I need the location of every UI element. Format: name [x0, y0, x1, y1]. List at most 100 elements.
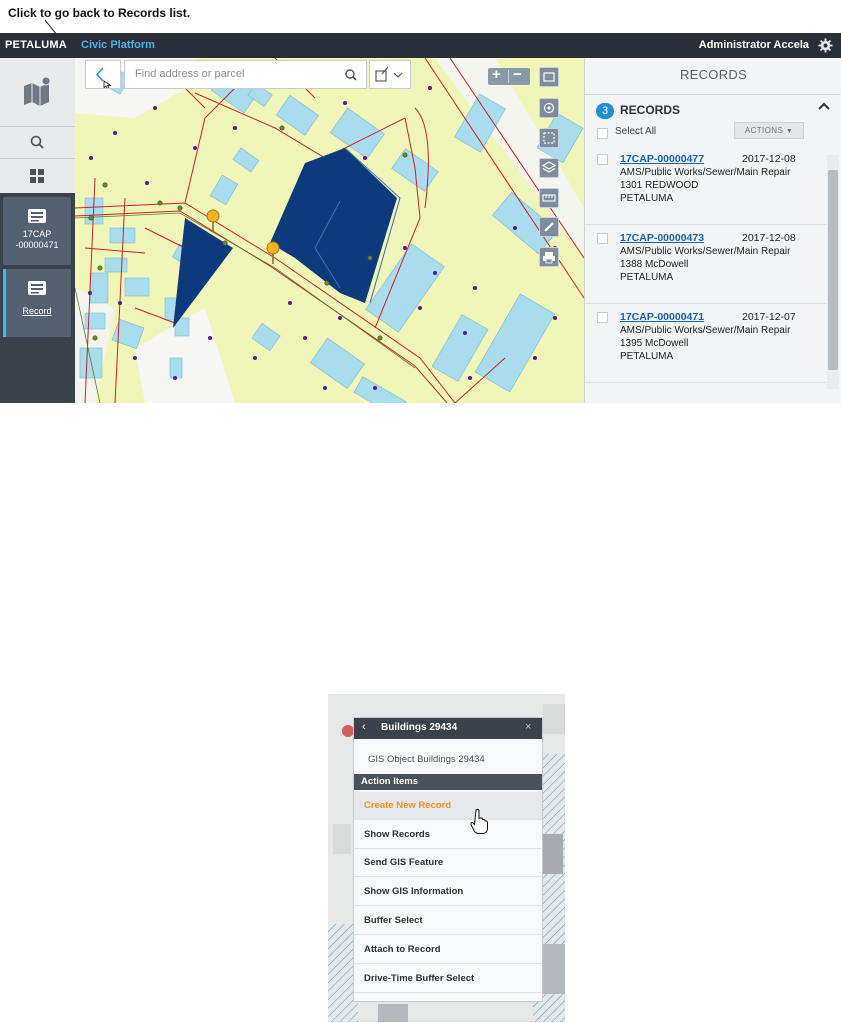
close-icon[interactable]: × — [525, 721, 531, 733]
records-panel-header: RECORDS — [585, 58, 841, 95]
menu-item-label: Show Records — [364, 829, 430, 840]
record-address: 1395 McDowell — [620, 338, 689, 349]
map-view[interactable]: + − — [75, 58, 584, 403]
record-date: 2017-12-08 — [742, 232, 796, 244]
map-canvas[interactable] — [75, 58, 584, 403]
hand-cursor-icon — [470, 808, 488, 834]
menu-title: Buildings 29434 — [381, 722, 458, 733]
extent-button[interactable] — [539, 128, 559, 148]
rail-record-label-1: 17CAP — [22, 229, 52, 239]
search-icon — [30, 135, 44, 149]
gis-object-menu: ‹ Buildings 29434 × GIS Object Buildings… — [353, 717, 543, 1002]
menu-item-attach-to-record[interactable]: Attach to Record — [354, 936, 542, 964]
print-button[interactable] — [539, 247, 559, 267]
rail-record-17cap-00000471[interactable]: 17CAP -00000471 — [3, 197, 71, 265]
print-icon — [543, 252, 555, 264]
rail-record-label-2: -00000471 — [15, 240, 59, 250]
record-city: PETALUMA — [620, 351, 674, 362]
zoom-control: + − — [488, 66, 530, 85]
locate-button[interactable] — [539, 98, 559, 118]
rail-grid-button[interactable] — [0, 159, 75, 193]
records-scrollbar-thumb[interactable] — [828, 170, 838, 370]
record-date: 2017-12-07 — [742, 311, 796, 323]
zoom-in-button[interactable]: + — [492, 66, 501, 83]
record-checkbox[interactable] — [597, 233, 608, 244]
back-to-records-button[interactable] — [85, 60, 121, 89]
record-link[interactable]: 17CAP-00000477 — [620, 153, 704, 165]
callout-text: Click to go back to Records list. — [8, 6, 191, 20]
menu-item-label: Create New Record — [364, 800, 452, 811]
section-label: Action Items — [361, 776, 419, 787]
select-all-checkbox[interactable] — [597, 128, 608, 139]
layers-icon — [541, 161, 557, 173]
record-type: AMS/Public Works/Sewer/Main Repair — [620, 246, 791, 257]
menu-header: ‹ Buildings 29434 × — [354, 718, 542, 739]
chevron-up-icon — [818, 102, 830, 110]
select-all-label[interactable]: Select All — [615, 126, 656, 137]
record-type: AMS/Public Works/Sewer/Main Repair — [620, 325, 791, 336]
grid-icon — [30, 169, 44, 183]
address-search-input[interactable] — [133, 67, 337, 81]
gis-object-label: GIS Object Buildings 29434 — [368, 754, 485, 765]
rail-record-label: Record — [22, 306, 52, 316]
top-bar: PETALUMA Civic Platform Administrator Ac… — [0, 33, 841, 58]
edit-button[interactable] — [539, 217, 559, 237]
records-list: 17CAP-00000477 2017-12-08 AMS/Public Wor… — [585, 146, 826, 403]
app-window: PETALUMA Civic Platform Administrator Ac… — [0, 33, 841, 403]
measure-button[interactable] — [539, 188, 559, 208]
fullscreen-button[interactable] — [539, 67, 559, 87]
actions-label: ACTIONS — [744, 126, 784, 135]
menu-item-label: Drive-Time Buffer Select — [364, 973, 475, 984]
record-icon — [28, 209, 46, 223]
menu-item-show-gis-information[interactable]: Show GIS Information — [354, 878, 542, 906]
menu-item-label: Buffer Select — [364, 915, 423, 926]
record-link[interactable]: 17CAP-00000471 — [620, 311, 704, 323]
record-checkbox[interactable] — [597, 154, 608, 165]
draw-tool-dropdown[interactable] — [369, 60, 411, 89]
fullscreen-icon — [543, 72, 555, 82]
menu-item-drive-time-buffer-select[interactable]: Drive-Time Buffer Select — [354, 965, 542, 993]
chevron-left-icon[interactable]: ‹ — [362, 721, 366, 733]
record-icon — [28, 281, 46, 295]
menu-item-buffer-select[interactable]: Buffer Select — [354, 907, 542, 935]
draw-shape-icon — [375, 66, 403, 82]
ruler-icon — [542, 194, 556, 202]
left-rail: 17CAP -00000471 Record — [0, 58, 75, 403]
layers-button[interactable] — [539, 158, 559, 178]
menu-item-label: Attach to Record — [364, 944, 441, 955]
menu-item-create-new-record[interactable]: Create New Record — [354, 792, 542, 820]
collapse-button[interactable] — [817, 100, 831, 114]
record-address: 1388 McDowell — [620, 259, 689, 270]
user-name[interactable]: Administrator Accela — [699, 39, 809, 51]
gis-popup-screenshot: ‹ Buildings 29434 × GIS Object Buildings… — [328, 694, 565, 1022]
menu-item-send-gis-feature[interactable]: Send GIS Feature — [354, 849, 542, 877]
gear-icon[interactable] — [818, 38, 833, 53]
rail-map-button[interactable] — [0, 58, 75, 127]
product-name[interactable]: Civic Platform — [81, 39, 155, 51]
record-type: AMS/Public Works/Sewer/Main Repair — [620, 167, 791, 178]
rail-search-button[interactable] — [0, 127, 75, 159]
search-icon[interactable] — [341, 65, 361, 85]
list-item[interactable]: 17CAP-00000477 2017-12-08 AMS/Public Wor… — [585, 146, 826, 225]
records-count-badge: 3 — [596, 103, 614, 119]
zoom-out-button[interactable]: − — [513, 66, 522, 83]
menu-item-show-records[interactable]: Show Records — [354, 821, 542, 849]
record-checkbox[interactable] — [597, 312, 608, 323]
records-panel: RECORDS 3 RECORDS Select All ACTIONS ▼ 1… — [584, 58, 841, 403]
chevron-down-icon — [393, 72, 403, 78]
record-date: 2017-12-08 — [742, 153, 796, 165]
actions-dropdown[interactable]: ACTIONS ▼ — [734, 122, 804, 139]
pencil-icon — [544, 222, 554, 232]
locate-icon — [543, 102, 555, 114]
record-address: 1301 REDWOOD — [620, 180, 699, 191]
map-icon — [24, 76, 51, 106]
record-link[interactable]: 17CAP-00000473 — [620, 232, 704, 244]
rail-record-current[interactable]: Record — [3, 269, 71, 337]
extent-icon — [543, 132, 555, 144]
action-items-section: Action Items — [354, 774, 542, 790]
list-item[interactable]: 17CAP-00000473 2017-12-08 AMS/Public Wor… — [585, 225, 826, 304]
list-item[interactable]: 17CAP-00000471 2017-12-07 AMS/Public Wor… — [585, 304, 826, 383]
brand-name: PETALUMA — [5, 39, 67, 51]
menu-item-label: Show GIS Information — [364, 886, 464, 897]
chevron-left-icon — [95, 67, 112, 88]
